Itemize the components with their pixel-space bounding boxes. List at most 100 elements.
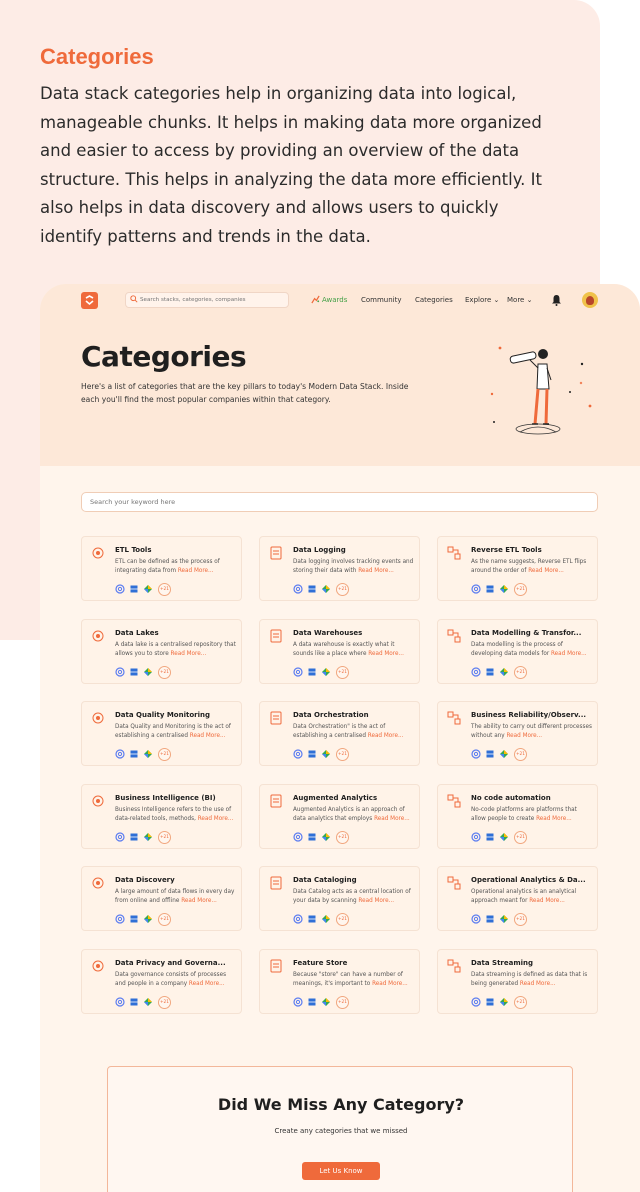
company-logo-icon[interactable] bbox=[321, 832, 331, 842]
company-logo-icon[interactable] bbox=[129, 584, 139, 594]
logo-icon[interactable] bbox=[81, 292, 98, 309]
company-logo-icon[interactable] bbox=[471, 831, 481, 842]
company-logo-icon[interactable] bbox=[293, 749, 303, 759]
more-companies-badge[interactable]: +21 bbox=[158, 583, 171, 596]
company-logo-icon[interactable] bbox=[307, 914, 317, 924]
company-logo-icon[interactable] bbox=[471, 749, 481, 759]
company-logo-icon[interactable] bbox=[471, 996, 481, 1007]
read-more-link[interactable]: Read More... bbox=[189, 981, 225, 987]
company-logo-icon[interactable] bbox=[321, 997, 331, 1007]
company-logo-icon[interactable] bbox=[321, 914, 331, 924]
company-logo-icon[interactable] bbox=[143, 584, 153, 594]
company-logo-icon[interactable] bbox=[129, 832, 139, 842]
company-logo-icon[interactable] bbox=[485, 832, 495, 842]
more-companies-badge[interactable]: +21 bbox=[514, 583, 527, 596]
company-logo-icon[interactable] bbox=[143, 914, 153, 924]
company-logo-icon[interactable] bbox=[307, 749, 317, 759]
category-title[interactable]: Feature Store bbox=[293, 959, 417, 967]
read-more-link[interactable]: Read More... bbox=[358, 898, 394, 904]
company-logo-icon[interactable] bbox=[293, 666, 303, 677]
let-us-know-button[interactable]: Let Us Know bbox=[302, 1162, 380, 1180]
category-title[interactable]: Operational Analytics & Da... bbox=[471, 876, 595, 884]
more-companies-badge[interactable]: +21 bbox=[514, 995, 527, 1009]
read-more-link[interactable]: Read More... bbox=[368, 733, 404, 739]
more-companies-badge[interactable]: +21 bbox=[514, 830, 527, 844]
company-logo-icon[interactable] bbox=[321, 749, 331, 759]
company-logo-icon[interactable] bbox=[321, 584, 331, 594]
category-card[interactable]: ETL Tools ETL can be defined as the proce… bbox=[81, 536, 242, 601]
company-logo-icon[interactable] bbox=[115, 584, 125, 594]
keyword-search-bar[interactable] bbox=[81, 492, 598, 512]
category-card[interactable]: Data Streaming Data streaming is defined … bbox=[437, 948, 598, 1014]
company-logo-icon[interactable] bbox=[115, 666, 125, 677]
more-companies-badge[interactable]: +21 bbox=[336, 583, 349, 596]
category-card[interactable]: No code automation No-code platforms are … bbox=[437, 783, 598, 849]
company-logo-icon[interactable] bbox=[485, 749, 495, 759]
company-logo-icon[interactable] bbox=[143, 749, 153, 759]
more-companies-badge[interactable]: +21 bbox=[158, 748, 171, 761]
read-more-link[interactable]: Read More... bbox=[520, 981, 556, 987]
category-title[interactable]: Data Orchestration bbox=[293, 711, 417, 719]
company-logo-icon[interactable] bbox=[471, 914, 481, 924]
nav-explore[interactable]: Explore ⌄ bbox=[465, 296, 499, 304]
category-title[interactable]: Augmented Analytics bbox=[293, 794, 417, 802]
company-logo-icon[interactable] bbox=[129, 749, 139, 759]
read-more-link[interactable]: Read More... bbox=[374, 816, 410, 822]
read-more-link[interactable]: Read More... bbox=[358, 568, 394, 574]
nav-awards[interactable]: Awards bbox=[322, 296, 347, 304]
company-logo-icon[interactable] bbox=[143, 667, 153, 677]
read-more-link[interactable]: Read More... bbox=[529, 898, 565, 904]
company-logo-icon[interactable] bbox=[307, 832, 317, 842]
top-search-input[interactable] bbox=[140, 293, 285, 307]
category-title[interactable]: Data Privacy and Governa... bbox=[115, 959, 239, 967]
company-logo-icon[interactable] bbox=[499, 914, 509, 924]
company-logo-icon[interactable] bbox=[115, 831, 125, 842]
company-logo-icon[interactable] bbox=[307, 997, 317, 1007]
company-logo-icon[interactable] bbox=[471, 666, 481, 677]
company-logo-icon[interactable] bbox=[115, 749, 125, 759]
read-more-link[interactable]: Read More... bbox=[171, 651, 207, 657]
more-companies-badge[interactable]: +21 bbox=[158, 913, 171, 926]
company-logo-icon[interactable] bbox=[293, 996, 303, 1007]
company-logo-icon[interactable] bbox=[293, 831, 303, 842]
category-card[interactable]: Data Lakes A data lake is a centralised r… bbox=[81, 618, 242, 684]
more-companies-badge[interactable]: +21 bbox=[336, 665, 349, 679]
category-card[interactable]: Operational Analytics & Da... Operational… bbox=[437, 866, 598, 931]
category-title[interactable]: Reverse ETL Tools bbox=[471, 546, 595, 554]
more-companies-badge[interactable]: +21 bbox=[514, 665, 527, 679]
company-logo-icon[interactable] bbox=[485, 584, 495, 594]
read-more-link[interactable]: Read More... bbox=[536, 816, 572, 822]
category-card[interactable]: Augmented Analytics Augmented Analytics i… bbox=[259, 783, 420, 849]
more-companies-badge[interactable]: +21 bbox=[158, 830, 171, 844]
more-companies-badge[interactable]: +21 bbox=[336, 913, 349, 926]
category-card[interactable]: Business Reliability/Observ... The abilit… bbox=[437, 701, 598, 766]
keyword-search-input[interactable] bbox=[90, 495, 580, 509]
more-companies-badge[interactable]: +21 bbox=[336, 748, 349, 761]
read-more-link[interactable]: Read More... bbox=[178, 568, 214, 574]
read-more-link[interactable]: Read More... bbox=[190, 733, 226, 739]
company-logo-icon[interactable] bbox=[485, 997, 495, 1007]
more-companies-badge[interactable]: +21 bbox=[514, 913, 527, 926]
category-card[interactable]: Feature Store Because "store" can have a … bbox=[259, 948, 420, 1014]
category-title[interactable]: Business Intelligence (BI) bbox=[115, 794, 239, 802]
read-more-link[interactable]: Read More... bbox=[181, 898, 217, 904]
category-title[interactable]: Data Warehouses bbox=[293, 629, 417, 637]
avatar[interactable] bbox=[582, 292, 598, 308]
category-card[interactable]: Data Modelling & Transfor... Data modelli… bbox=[437, 618, 598, 684]
category-title[interactable]: Business Reliability/Observ... bbox=[471, 711, 595, 719]
company-logo-icon[interactable] bbox=[471, 584, 481, 594]
category-title[interactable]: Data Discovery bbox=[115, 876, 239, 884]
nav-more[interactable]: More ⌄ bbox=[507, 296, 532, 304]
category-title[interactable]: Data Cataloging bbox=[293, 876, 417, 884]
company-logo-icon[interactable] bbox=[499, 584, 509, 594]
more-companies-badge[interactable]: +21 bbox=[336, 830, 349, 844]
company-logo-icon[interactable] bbox=[499, 997, 509, 1007]
company-logo-icon[interactable] bbox=[307, 584, 317, 594]
company-logo-icon[interactable] bbox=[499, 749, 509, 759]
read-more-link[interactable]: Read More... bbox=[551, 651, 587, 657]
company-logo-icon[interactable] bbox=[499, 832, 509, 842]
category-card[interactable]: Data Discovery A large amount of data flo… bbox=[81, 866, 242, 931]
read-more-link[interactable]: Read More... bbox=[368, 651, 404, 657]
company-logo-icon[interactable] bbox=[485, 667, 495, 677]
company-logo-icon[interactable] bbox=[143, 997, 153, 1007]
